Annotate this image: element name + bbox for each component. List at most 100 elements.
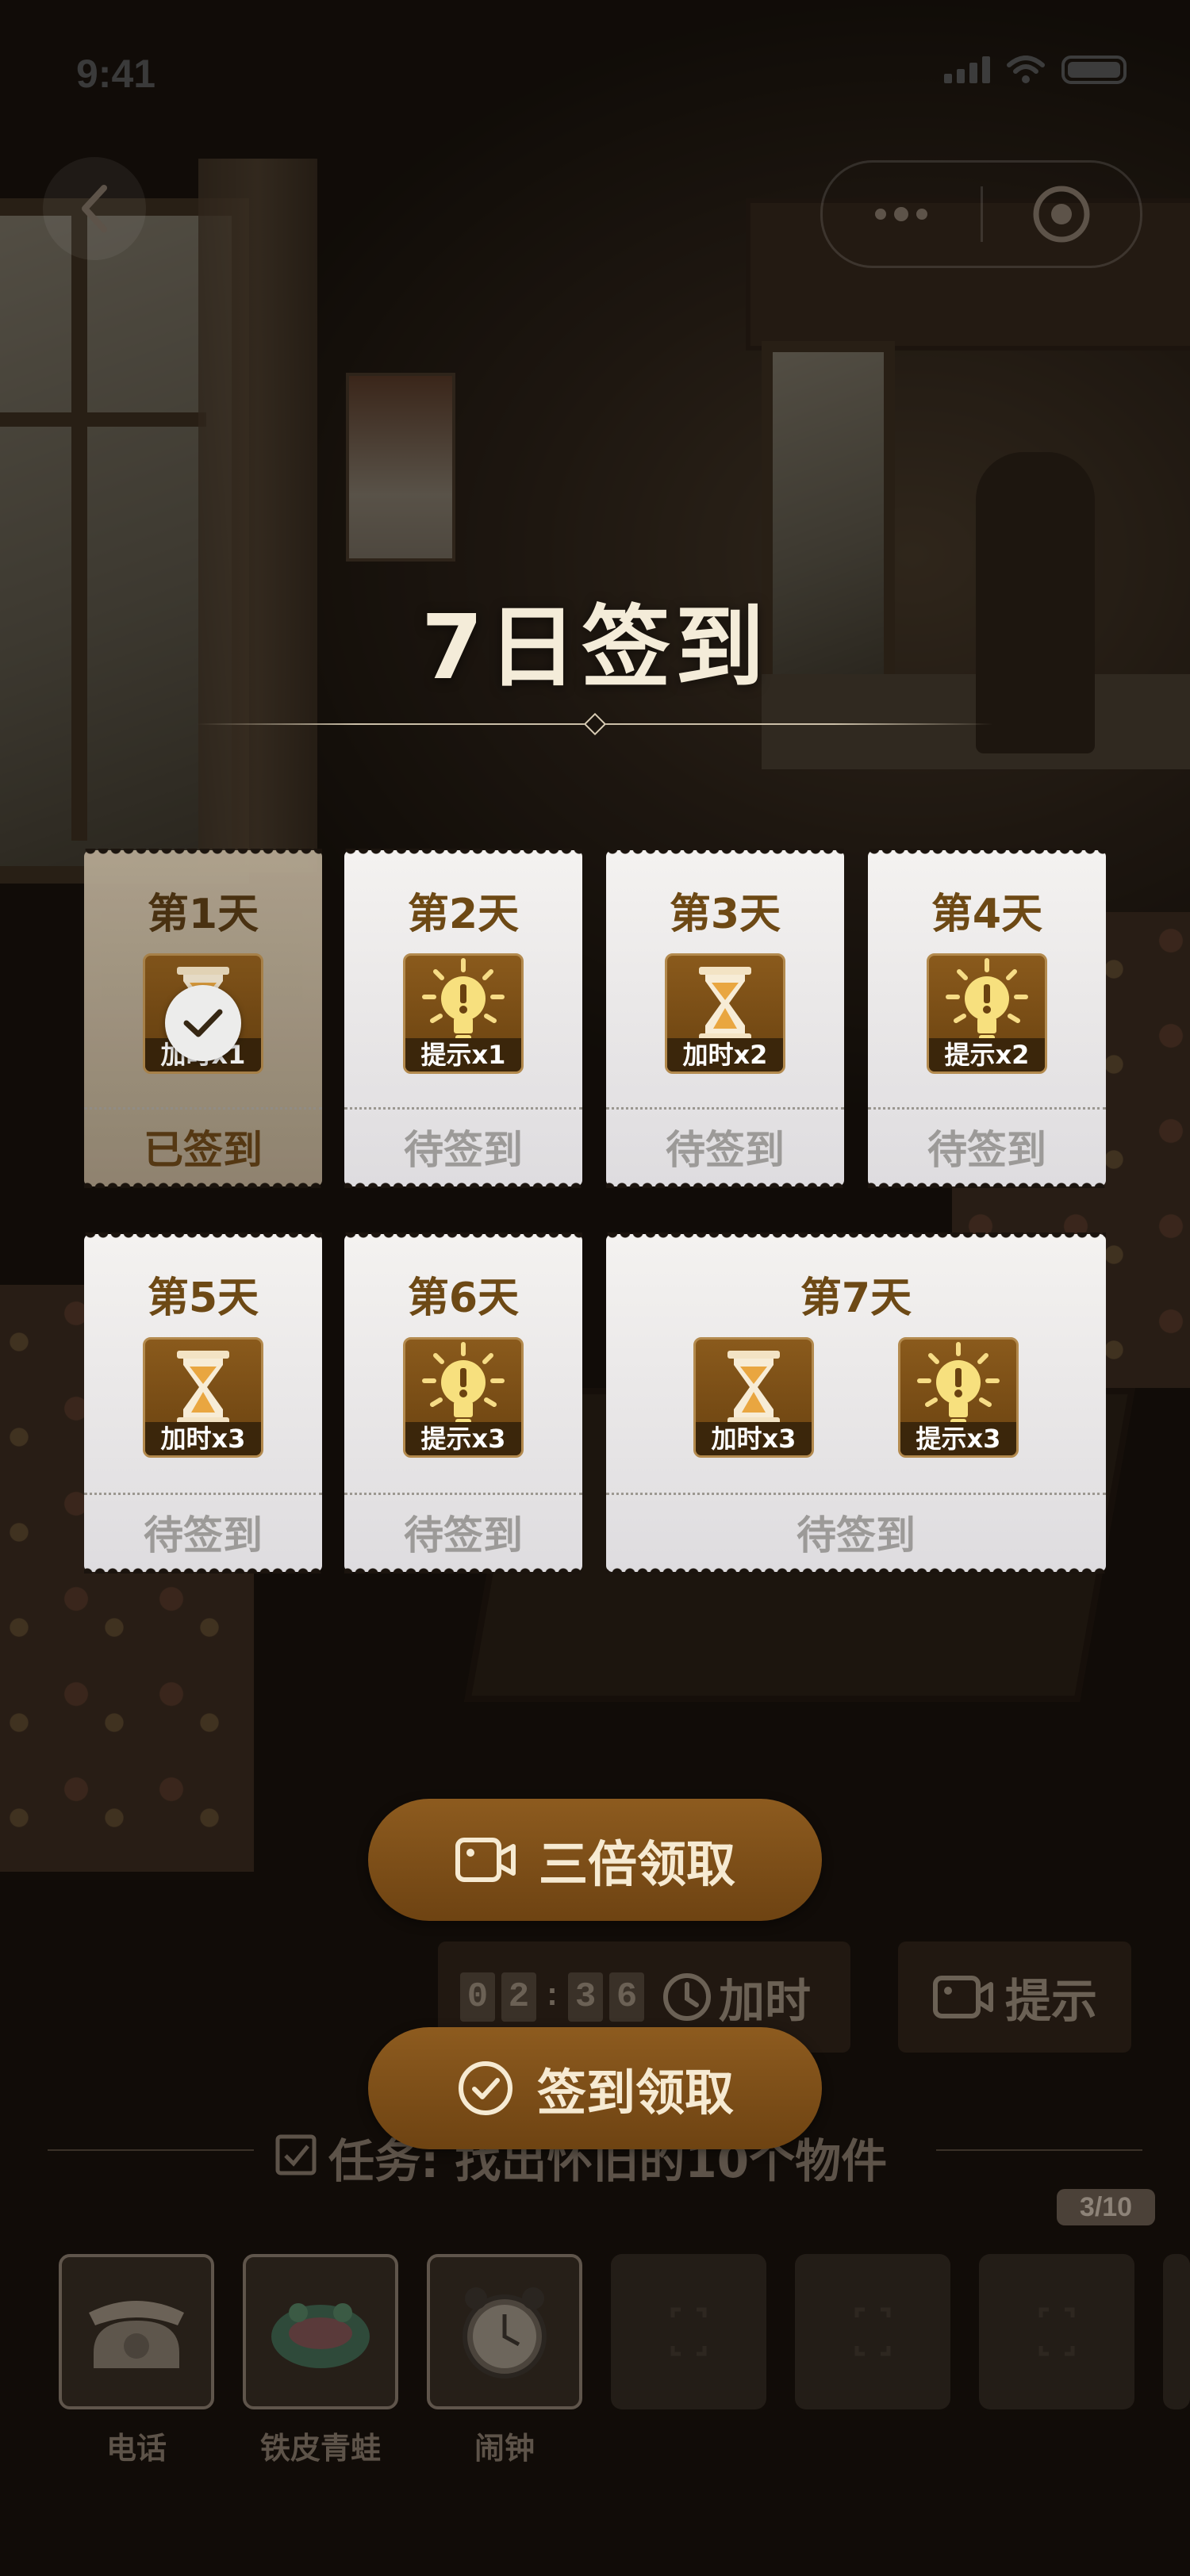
target-frame-icon [670, 2307, 707, 2356]
day-card-7[interactable]: 第7天 加时x3 提示x3 待签到 [606, 1232, 1106, 1572]
reward-item: 提示x3 [898, 1337, 1019, 1458]
card-divider [344, 1107, 582, 1110]
checkin-title: 7日签到 [421, 596, 769, 700]
reward-item: 提示x1 [403, 953, 524, 1074]
task-checkbox-icon [275, 2134, 317, 2175]
more-dots-icon [875, 207, 928, 221]
day-label: 第1天 [147, 891, 259, 938]
more-button[interactable] [823, 163, 981, 266]
reward-item: 加时x2 [665, 953, 785, 1074]
day-card-6[interactable]: 第6天 提示x3 待签到 [344, 1232, 582, 1572]
day-label: 第6天 [407, 1275, 520, 1322]
checked-badge [165, 985, 241, 1061]
day-label: 第4天 [931, 891, 1043, 938]
hint-button: 提示 [898, 1942, 1131, 2053]
found-item-name: 铁皮青蛙 [259, 2431, 381, 2466]
close-program-button[interactable] [983, 163, 1141, 266]
reward-label: 加时x3 [696, 1422, 812, 1455]
reward-label: 提示x3 [405, 1422, 521, 1455]
reward-item: 提示x3 [403, 1337, 524, 1458]
add-time-label: 加时 [719, 1974, 812, 2028]
timer-digit: 2 [501, 1972, 536, 2022]
task-line-right [936, 2149, 1142, 2151]
card-divider [344, 1493, 582, 1495]
cellular-signal-icon [944, 56, 990, 83]
battery-icon [1061, 56, 1127, 84]
day-label: 第2天 [407, 891, 520, 938]
empty-item-slot [795, 2254, 950, 2409]
triple-claim-label: 三倍领取 [538, 1835, 735, 1893]
timer-digit: 3 [568, 1972, 604, 2022]
card-divider [606, 1107, 844, 1110]
status-icons [944, 56, 1127, 84]
hint-label: 提示 [1004, 1974, 1097, 2028]
found-item-slot [427, 2254, 582, 2409]
alarm-clock-icon [463, 2287, 547, 2379]
timer-colon: : [543, 1979, 562, 2015]
lightbulb-icon [405, 1340, 521, 1435]
empty-item-slot [1163, 2254, 1190, 2409]
empty-item-slot [979, 2254, 1134, 2409]
task-progress: 3/10 [1057, 2189, 1155, 2225]
card-divider [868, 1107, 1106, 1110]
found-item-slot [243, 2254, 398, 2409]
reward-label: 提示x3 [900, 1422, 1016, 1455]
day-card-1[interactable]: 第1天 加时x1 已签到 [84, 849, 322, 1186]
reward-item: 加时x3 [143, 1337, 263, 1458]
chevron-left-icon [82, 185, 107, 232]
hourglass-icon [177, 1351, 229, 1425]
found-item-slot [59, 2254, 214, 2409]
reward-item: 加时x3 [693, 1337, 814, 1458]
reward-label: 提示x2 [929, 1038, 1045, 1071]
day-status: 待签到 [144, 1512, 263, 1558]
hourglass-icon [727, 1351, 780, 1425]
sign-claim-button[interactable]: 签到领取 [368, 2027, 822, 2149]
day-status: 待签到 [797, 1512, 916, 1558]
check-circle-icon [458, 2061, 512, 2115]
day-card-4[interactable]: 第4天 提示x2 待签到 [868, 849, 1106, 1186]
lightbulb-icon [405, 956, 521, 1051]
empty-item-slot [611, 2254, 766, 2409]
target-circle-icon [1033, 186, 1090, 243]
clock-icon [663, 1973, 712, 2021]
reward-label: 加时x2 [667, 1038, 783, 1071]
card-divider [84, 1107, 322, 1110]
found-item-name: 闹钟 [474, 2431, 535, 2466]
day-status: 待签到 [404, 1512, 523, 1558]
day-status: 待签到 [927, 1127, 1046, 1173]
day-card-3[interactable]: 第3天 加时x2 待签到 [606, 849, 844, 1186]
card-divider [606, 1493, 1106, 1495]
task-line-left [48, 2149, 254, 2151]
mini-program-capsule [820, 160, 1142, 268]
sign-claim-label: 签到领取 [536, 2064, 734, 2122]
day-label: 第5天 [147, 1275, 259, 1322]
day-status: 已签到 [144, 1127, 263, 1173]
reward-label: 提示x1 [405, 1038, 521, 1071]
day-status: 待签到 [404, 1127, 523, 1173]
back-button[interactable] [43, 157, 146, 260]
video-camera-icon [455, 1838, 516, 1882]
day-status: 待签到 [666, 1127, 785, 1173]
telephone-icon [89, 2301, 184, 2368]
day-card-2[interactable]: 第2天 提示x1 待签到 [344, 849, 582, 1186]
reward-item: 提示x2 [927, 953, 1047, 1074]
tin-frog-icon [271, 2303, 370, 2368]
day-label: 第7天 [800, 1275, 912, 1322]
card-divider [84, 1493, 322, 1495]
wifi-icon [1007, 56, 1045, 83]
found-item-name: 电话 [106, 2431, 167, 2466]
video-camera-icon [932, 1976, 993, 2018]
target-frame-icon [854, 2307, 891, 2356]
lightbulb-icon [900, 1340, 1016, 1435]
reward-label: 加时x3 [145, 1422, 261, 1455]
day-label: 第3天 [669, 891, 781, 938]
timer-digit: 6 [609, 1972, 645, 2022]
check-icon [183, 1009, 223, 1037]
timer-digit: 0 [460, 1972, 495, 2022]
hourglass-icon [699, 967, 751, 1041]
triple-claim-button[interactable]: 三倍领取 [368, 1799, 822, 1921]
status-time: 9:41 [76, 52, 156, 96]
day-card-5[interactable]: 第5天 加时x3 待签到 [84, 1232, 322, 1572]
lightbulb-icon [929, 956, 1045, 1051]
target-frame-icon [1038, 2307, 1075, 2356]
